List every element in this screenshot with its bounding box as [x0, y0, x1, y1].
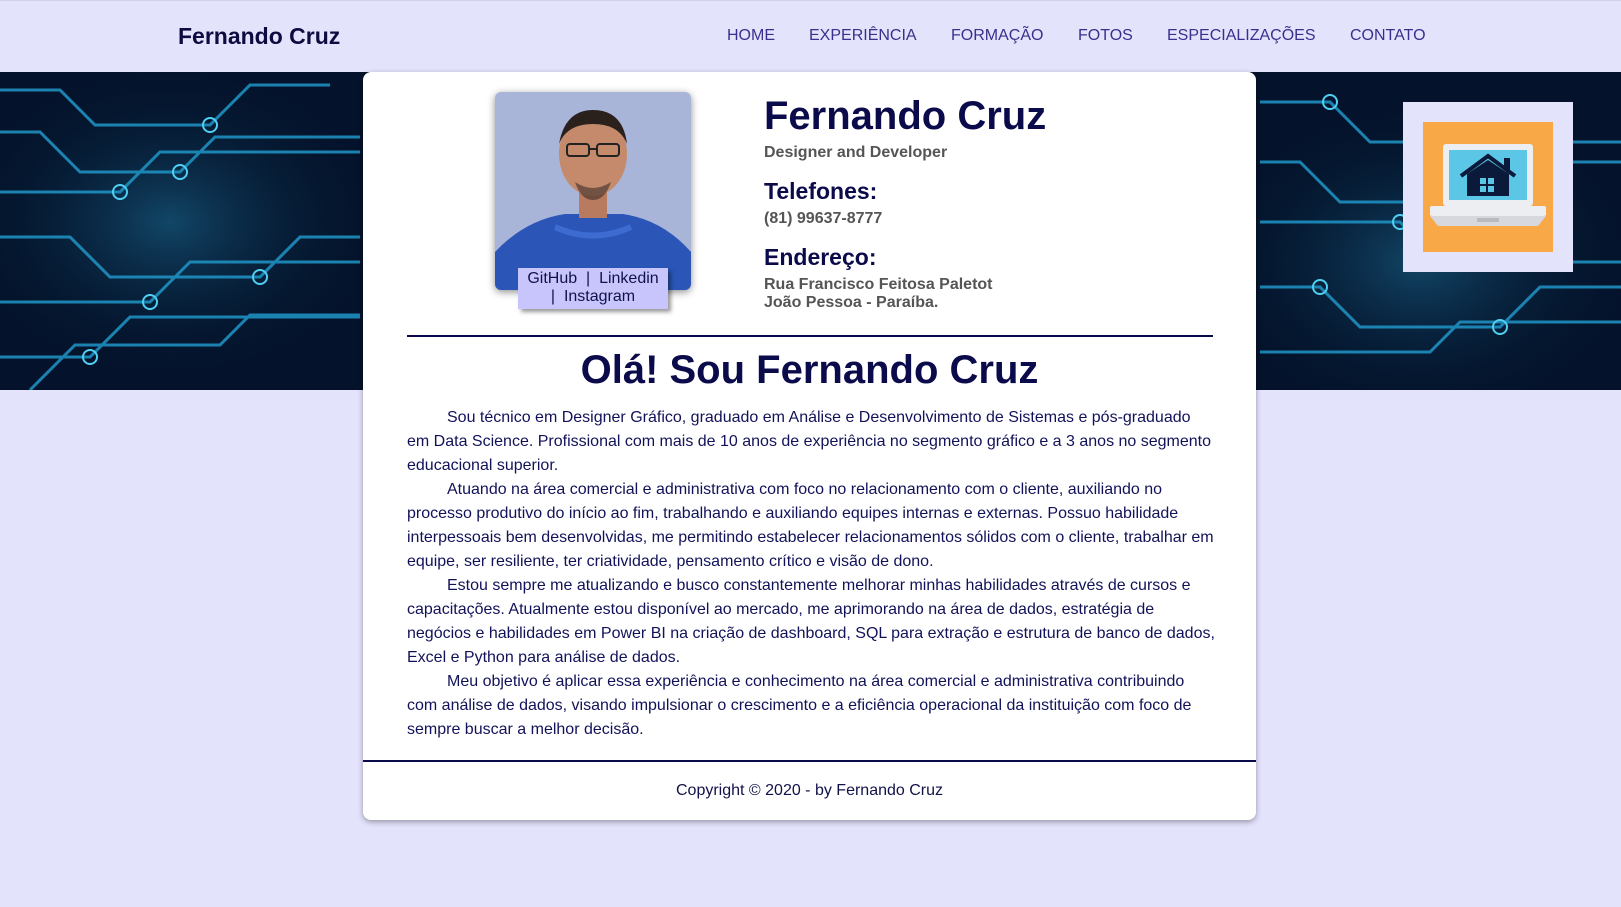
copyright-text: Copyright © 2020 - by Fernando Cruz	[675, 782, 944, 799]
linkedin-link[interactable]: Linkedin	[599, 270, 659, 287]
phones-heading: Telefones:	[764, 178, 878, 204]
profile-photo	[495, 92, 691, 290]
instagram-link[interactable]: Instagram	[564, 288, 635, 305]
address-line-1: Rua Francisco Feitosa Paletot	[764, 276, 993, 293]
profile-card: GitHub | Linkedin | Instagram Fernando C…	[363, 72, 1256, 820]
nav-especializacoes[interactable]: ESPECIALIZAÇÕES	[1167, 27, 1316, 45]
social-links: GitHub | Linkedin | Instagram	[518, 268, 668, 309]
nav-contato[interactable]: CONTATO	[1350, 27, 1426, 45]
laptop-home-icon	[1423, 122, 1553, 252]
nav-home[interactable]: HOME	[727, 27, 775, 45]
bio-paragraph: Meu objetivo é aplicar essa experiência …	[407, 673, 1192, 738]
footer-divider	[363, 760, 1256, 762]
section-divider	[407, 335, 1213, 337]
bio-paragraph: Estou sempre me atualizando e busco cons…	[407, 577, 1215, 666]
greeting-heading: Olá! Sou Fernando Cruz	[580, 348, 1039, 392]
home-button[interactable]	[1403, 102, 1573, 272]
profile-name: Fernando Cruz	[764, 94, 1047, 138]
nav-formacao[interactable]: FORMAÇÃO	[951, 27, 1043, 45]
social-separator: |	[550, 288, 556, 305]
phone-number: (81) 99637-8777	[764, 210, 883, 227]
github-link[interactable]: GitHub	[527, 270, 577, 287]
top-navbar: Fernando Cruz HOME EXPERIÊNCIA FORMAÇÃO …	[0, 0, 1621, 72]
nav-fotos[interactable]: FOTOS	[1078, 27, 1133, 45]
address-line-2: João Pessoa - Paraíba.	[764, 294, 939, 311]
bio-paragraph: Sou técnico em Designer Gráfico, graduad…	[407, 409, 1212, 474]
nav-experiencia[interactable]: EXPERIÊNCIA	[809, 27, 917, 45]
bio-paragraph: Atuando na área comercial e administrati…	[407, 481, 1214, 570]
social-separator: |	[586, 270, 591, 287]
profile-role: Designer and Developer	[764, 144, 948, 161]
bio-text: Sou técnico em Designer Gráfico, graduad…	[407, 406, 1217, 742]
brand-title[interactable]: Fernando Cruz	[178, 23, 340, 50]
address-heading: Endereço:	[764, 244, 877, 270]
